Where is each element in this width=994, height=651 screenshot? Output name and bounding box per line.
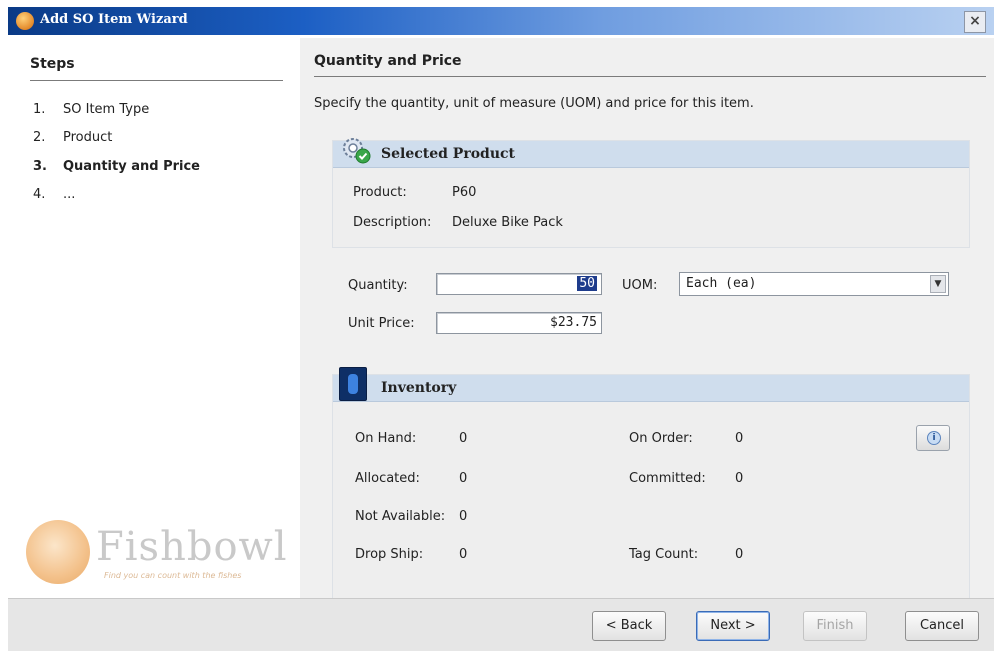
inventory-header: Inventory [333,367,969,402]
uom-value: Each (ea) [686,276,757,291]
selected-product-group: Selected Product Product: P60 Descriptio… [332,138,970,248]
back-button[interactable]: < Back [592,611,666,641]
on-order-value: 0 [735,431,744,446]
on-order-label: On Order: [629,431,693,446]
on-hand-value: 0 [459,431,468,446]
step-item-more: 4.... [33,187,75,202]
selected-product-title: Selected Product [381,146,516,162]
step-number: 4. [33,187,46,202]
selected-product-header: Selected Product [333,138,969,168]
logo-text: Fishbowl [96,524,288,570]
divider [30,80,283,81]
drop-ship-value: 0 [459,547,468,562]
step-item-product: 2. Product [33,130,112,145]
cancel-button[interactable]: Cancel [905,611,979,641]
next-button[interactable]: Next > [696,611,770,641]
title-bar: Add SO Item Wizard × [8,7,994,35]
not-available-value: 0 [459,509,468,524]
quantity-label: Quantity: [348,278,408,293]
description-label: Description: [353,215,432,230]
inventory-icon [339,367,367,401]
unit-price-input[interactable]: $23.75 [436,312,602,334]
step-number: 2. [33,130,46,145]
drop-ship-label: Drop Ship: [355,547,424,562]
steps-panel: Steps 1. SO Item Type 2. Product 3. Quantit… [18,38,296,598]
logo-tagline: Find you can count with the fishes [104,571,242,580]
step-number: 3. [33,159,47,174]
divider [314,76,986,77]
quantity-value: 50 [577,276,597,291]
step-label: Quantity and Price [63,159,200,174]
tag-count-label: Tag Count: [629,547,699,562]
page-title: Quantity and Price [314,53,462,69]
allocated-label: Allocated: [355,471,420,486]
committed-label: Committed: [629,471,706,486]
committed-value: 0 [735,471,744,486]
allocated-value: 0 [459,471,468,486]
window-title: Add SO Item Wizard [40,12,188,27]
uom-label: UOM: [622,278,658,293]
tag-count-value: 0 [735,547,744,562]
product-label: Product: [353,185,407,200]
gear-check-icon [343,138,371,164]
finish-button[interactable]: Finish [803,611,867,641]
inventory-group: Inventory On Hand: 0 On Order: 0 i Alloc… [332,367,970,599]
inventory-title: Inventory [381,380,457,396]
step-number: 1. [33,102,46,117]
on-hand-label: On Hand: [355,431,417,446]
step-label: Product [63,130,113,145]
step-label: SO Item Type [63,102,150,117]
description-value: Deluxe Bike Pack [452,215,563,230]
quantity-input[interactable]: 50 [436,273,602,295]
close-icon[interactable]: × [964,11,986,33]
instruction-text: Specify the quantity, unit of measure (U… [314,96,754,111]
step-item-so-item-type: 1. SO Item Type [33,102,149,117]
content-panel: Quantity and Price Specify the quantity,… [300,38,994,599]
fishbowl-logo-icon [26,520,90,584]
step-label: ... [63,187,76,202]
chevron-down-icon[interactable]: ▼ [930,275,946,293]
step-item-quantity-and-price: 3. Quantity and Price [33,159,200,174]
product-value: P60 [452,185,477,200]
steps-title: Steps [30,56,75,72]
uom-select[interactable]: Each (ea) ▼ [679,272,949,296]
button-bar: < Back Next > Finish Cancel [8,598,994,651]
unit-price-label: Unit Price: [348,316,415,331]
unit-price-value: $23.75 [550,315,597,330]
not-available-label: Not Available: [355,509,446,524]
inventory-info-button[interactable]: i [916,425,950,451]
fishbowl-logo: Fishbowl Find you can count with the fis… [26,518,296,588]
app-icon [16,12,34,30]
info-icon: i [927,431,941,445]
